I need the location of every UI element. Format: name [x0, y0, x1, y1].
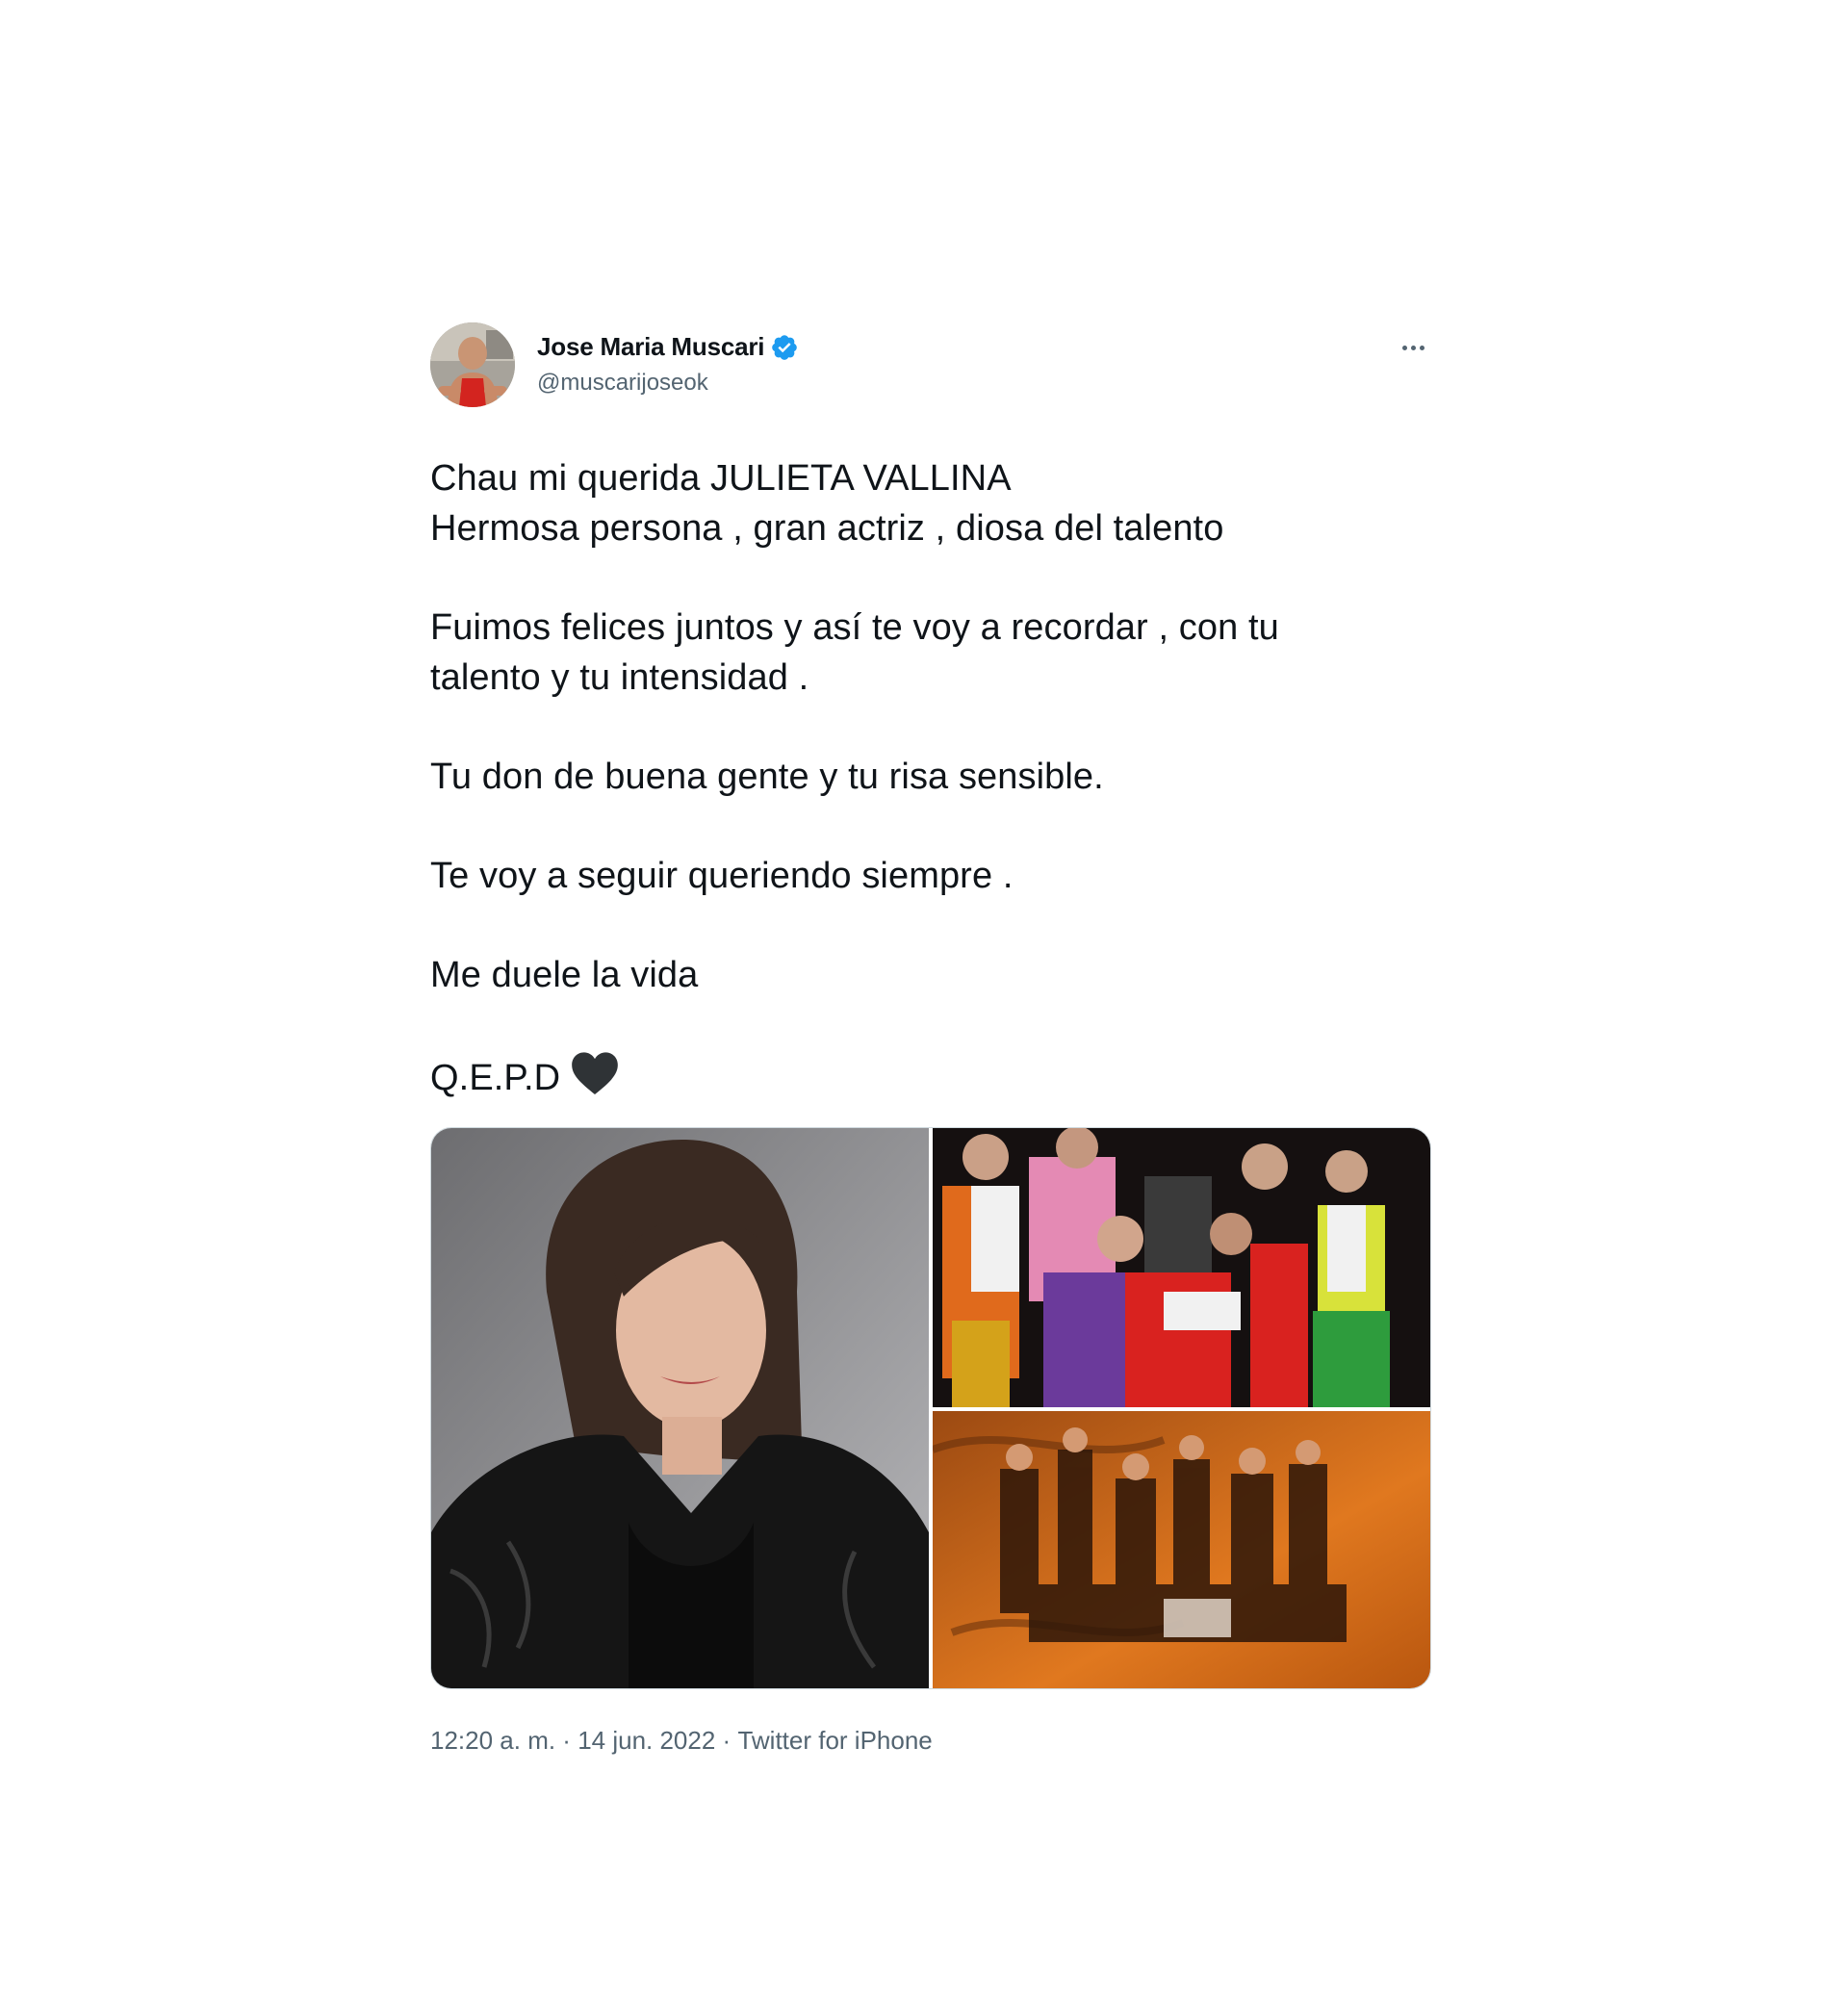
black-heart-icon — [572, 1052, 619, 1094]
tweet-text: Chau mi querida JULIETA VALLINA Hermosa … — [430, 453, 1432, 1103]
author-display-name[interactable]: Jose Maria Muscari — [537, 332, 764, 362]
tweet-header: Jose Maria Muscari @muscarijoseok — [430, 322, 1432, 411]
tweet-line: talento y tu intensidad . — [430, 657, 809, 698]
tweet-source-link[interactable]: Twitter for iPhone — [737, 1726, 932, 1756]
avatar[interactable] — [430, 322, 515, 407]
tweet-date: 14 jun. 2022 — [578, 1726, 716, 1755]
author-handle[interactable]: @muscarijoseok — [537, 370, 799, 397]
tweet-time-link[interactable]: 12:20 a. m. · 14 jun. 2022 — [430, 1726, 715, 1756]
tweet-meta: 12:20 a. m. · 14 jun. 2022 · Twitter for… — [430, 1726, 1432, 1756]
tweet-line: Chau mi querida JULIETA VALLINA — [430, 458, 1012, 499]
avatar-image — [430, 322, 515, 407]
tweet-line: Q.E.P.D — [430, 1058, 561, 1098]
media-photo-2[interactable] — [933, 1128, 1430, 1407]
author-names: Jose Maria Muscari @muscarijoseok — [537, 332, 799, 397]
media-photo-1[interactable] — [431, 1128, 929, 1688]
tweet-time: 12:20 a. m. — [430, 1726, 556, 1755]
meta-separator: · — [715, 1726, 738, 1755]
tweet-line: Tu don de buena gente y tu risa sensible… — [430, 757, 1104, 797]
tweet-line-last: Q.E.P.D — [430, 1049, 1432, 1103]
tweet-line: Hermosa persona , gran actriz , diosa de… — [430, 508, 1224, 549]
stage-cast-photo — [933, 1128, 1430, 1407]
tweet: Jose Maria Muscari @muscarijoseok Chau m… — [430, 322, 1432, 1756]
meta-separator: · — [555, 1726, 578, 1755]
media-grid — [430, 1127, 1431, 1689]
tweet-line: Fuimos felices juntos y así te voy a rec… — [430, 607, 1279, 648]
tweet-line: Te voy a seguir queriendo siempre . — [430, 856, 1014, 896]
more-options-icon[interactable] — [1394, 336, 1432, 359]
verified-badge-icon — [772, 334, 798, 360]
tweet-line: Me duele la vida — [430, 955, 699, 995]
media-photo-3[interactable] — [933, 1411, 1430, 1688]
portrait-photo — [431, 1128, 929, 1688]
stage-dance-photo — [933, 1411, 1430, 1688]
